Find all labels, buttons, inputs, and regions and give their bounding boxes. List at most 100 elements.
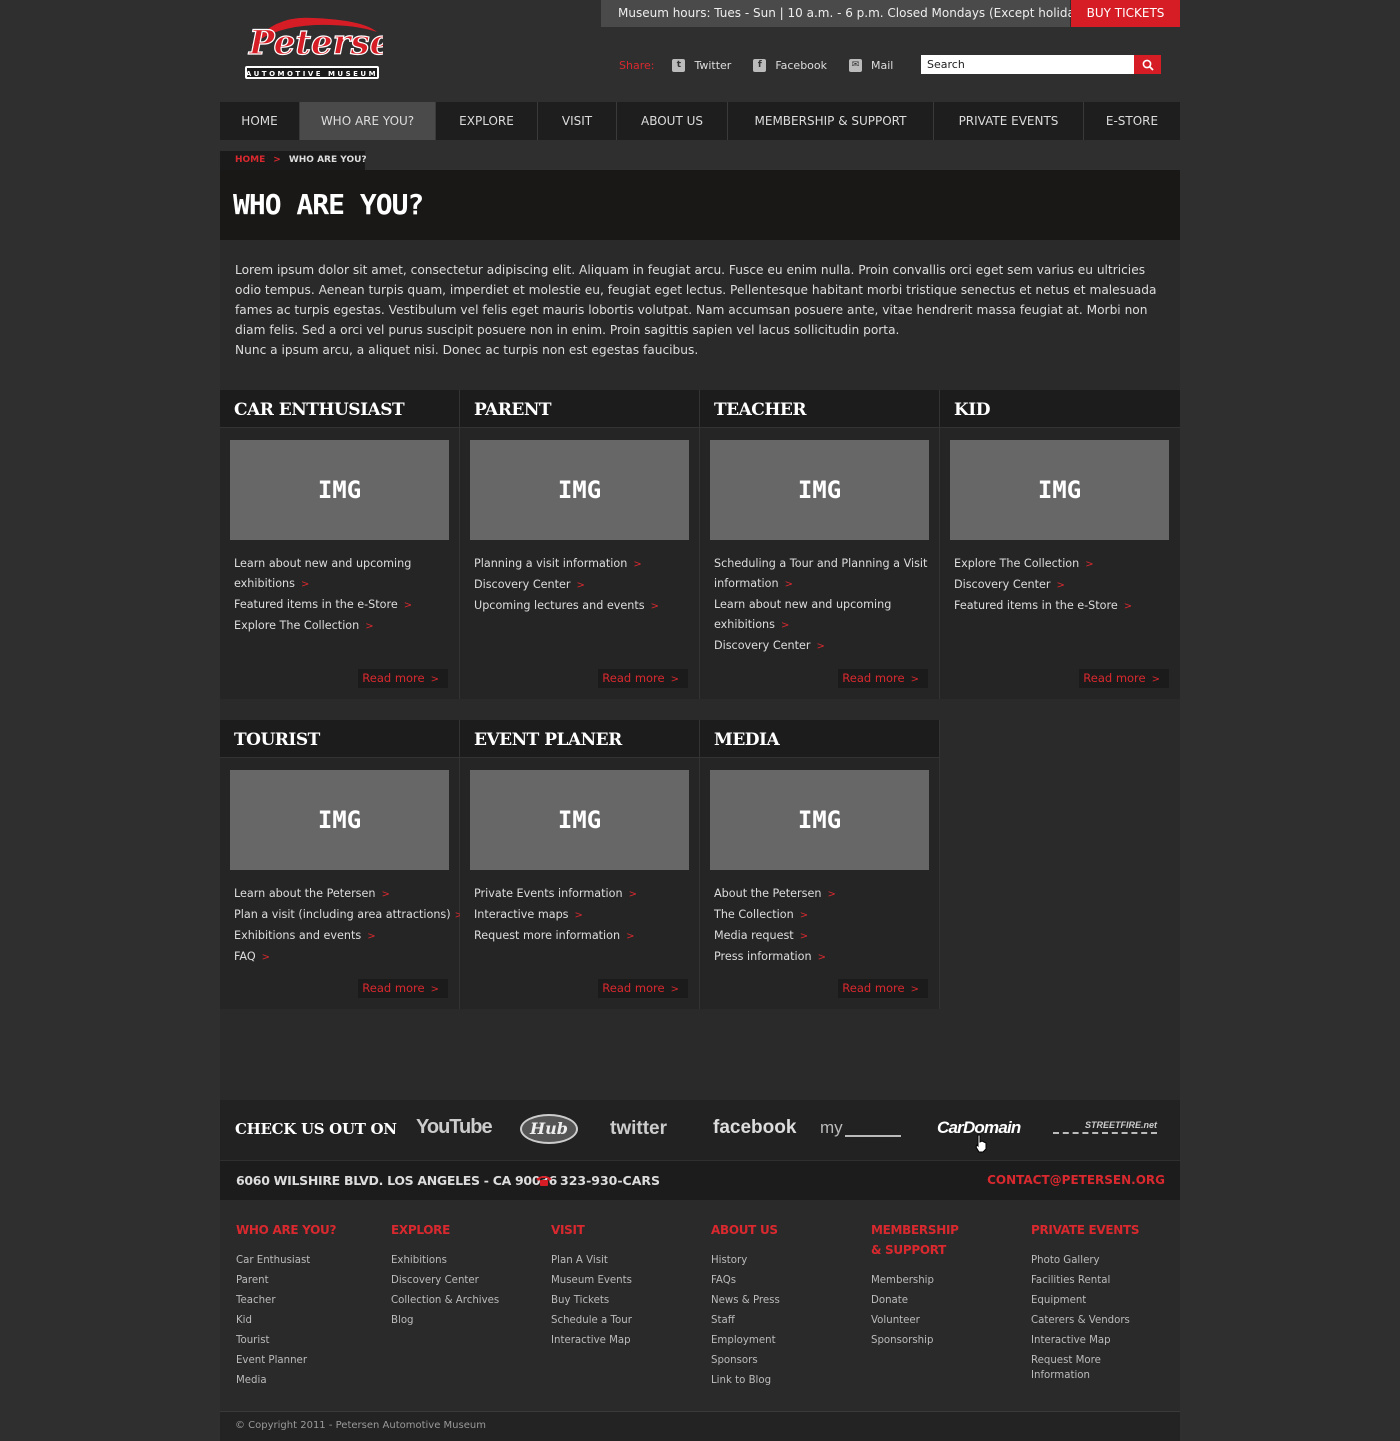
footer-link[interactable]: Staff <box>711 1311 861 1331</box>
streetfire-logo[interactable]: STREETFIRE.net <box>1053 1120 1157 1134</box>
youtube-logo[interactable]: YouTube <box>416 1116 493 1139</box>
footer-link[interactable]: Facilities Rental <box>1031 1271 1171 1291</box>
card-link[interactable]: Planning a visit information > <box>474 554 692 575</box>
nav-home[interactable]: HOME <box>220 102 300 140</box>
read-more-button[interactable]: Read more > <box>358 979 448 998</box>
nav-estore[interactable]: E-STORE <box>1084 102 1180 140</box>
nav-who-are-you[interactable]: WHO ARE YOU? <box>300 102 436 140</box>
card-link[interactable]: Exhibitions and events > <box>234 926 452 947</box>
search-input[interactable] <box>921 55 1134 74</box>
card-link[interactable]: Discovery Center > <box>954 575 1172 596</box>
nav-explore[interactable]: EXPLORE <box>436 102 538 140</box>
footer-link[interactable]: FAQs <box>711 1271 861 1291</box>
twitter-logo[interactable]: twitter <box>610 1118 667 1140</box>
footer-col-title[interactable]: PRIVATE EVENTS <box>1031 1220 1171 1240</box>
card-image[interactable]: IMG <box>470 440 689 540</box>
footer-col-title[interactable]: WHO ARE YOU? <box>236 1220 376 1240</box>
footer-link[interactable]: Teacher <box>236 1291 376 1311</box>
footer-link[interactable]: History <box>711 1251 861 1271</box>
card-link[interactable]: Interactive maps > <box>474 905 692 926</box>
footer-link[interactable]: Sponsors <box>711 1351 861 1371</box>
footer-link[interactable]: Request More Information <box>1031 1351 1111 1383</box>
read-more-button[interactable]: Read more > <box>598 669 688 688</box>
phone-number[interactable]: 323-930-CARS <box>560 1173 660 1188</box>
footer-link[interactable]: Interactive Map <box>1031 1331 1171 1351</box>
myspace-logo[interactable]: my <box>820 1118 901 1138</box>
nav-membership[interactable]: MEMBERSHIP & SUPPORT <box>728 102 934 140</box>
footer-link[interactable]: Link to Blog <box>711 1371 861 1391</box>
card-link[interactable]: Learn about new and upcoming exhibitions… <box>234 554 452 595</box>
footer-link[interactable]: Blog <box>391 1311 541 1331</box>
footer-link[interactable]: Media <box>236 1371 376 1391</box>
breadcrumb-home[interactable]: HOME <box>235 155 265 165</box>
footer-link[interactable]: Plan A Visit <box>551 1251 701 1271</box>
share-facebook[interactable]: f Facebook <box>753 58 827 72</box>
footer-link[interactable]: Collection & Archives <box>391 1291 541 1311</box>
read-more-button[interactable]: Read more > <box>1079 669 1169 688</box>
card-link[interactable]: Explore The Collection > <box>234 616 452 637</box>
facebook-logo[interactable]: facebook <box>713 1117 796 1139</box>
card-image[interactable]: IMG <box>710 770 929 870</box>
petersen-logo[interactable]: Petersen AUTOMOTIVE MUSEUM <box>243 10 417 82</box>
footer-link[interactable]: Parent <box>236 1271 376 1291</box>
nav-private-events[interactable]: PRIVATE EVENTS <box>934 102 1084 140</box>
card-image[interactable]: IMG <box>230 440 449 540</box>
footer-col-title[interactable]: MEMBERSHIP & SUPPORT <box>871 1220 961 1260</box>
footer-link[interactable]: Museum Events <box>551 1271 701 1291</box>
card-link[interactable]: Featured items in the e-Store > <box>954 596 1172 617</box>
footer-link[interactable]: Membership <box>871 1271 961 1291</box>
read-more-button[interactable]: Read more > <box>838 979 928 998</box>
hub-logo[interactable]: Hub <box>520 1114 578 1144</box>
card-link[interactable]: Explore The Collection > <box>954 554 1172 575</box>
footer-col-title[interactable]: EXPLORE <box>391 1220 541 1240</box>
card-link[interactable]: The Collection > <box>714 905 932 926</box>
card-link[interactable]: Learn about the Petersen > <box>234 884 452 905</box>
card-image[interactable]: IMG <box>470 770 689 870</box>
card-link[interactable]: Media request > <box>714 926 932 947</box>
footer-link[interactable]: Discovery Center <box>391 1271 541 1291</box>
card-link[interactable]: Request more information > <box>474 926 692 947</box>
footer-link[interactable]: Interactive Map <box>551 1331 701 1351</box>
card-link[interactable]: Discovery Center > <box>714 636 932 657</box>
footer-link[interactable]: Donate <box>871 1291 961 1311</box>
footer-link[interactable]: Sponsorship <box>871 1331 961 1351</box>
footer-link[interactable]: Buy Tickets <box>551 1291 701 1311</box>
buy-tickets-button[interactable]: BUY TICKETS <box>1071 0 1180 27</box>
footer-link[interactable]: Employment <box>711 1331 861 1351</box>
card-link[interactable]: Featured items in the e-Store > <box>234 595 452 616</box>
card-image[interactable]: IMG <box>710 440 929 540</box>
nav-about-us[interactable]: ABOUT US <box>617 102 728 140</box>
card-link[interactable]: Upcoming lectures and events > <box>474 596 692 617</box>
footer-link[interactable]: News & Press <box>711 1291 861 1311</box>
contact-email[interactable]: CONTACT@PETERSEN.ORG <box>987 1173 1165 1187</box>
card-link[interactable]: Scheduling a Tour and Planning a Visit i… <box>714 554 932 595</box>
share-twitter[interactable]: t Twitter <box>672 58 731 72</box>
read-more-button[interactable]: Read more > <box>598 979 688 998</box>
read-more-button[interactable]: Read more > <box>838 669 928 688</box>
search-button[interactable] <box>1134 55 1161 74</box>
read-more-button[interactable]: Read more > <box>358 669 448 688</box>
footer-col-title[interactable]: ABOUT US <box>711 1220 861 1240</box>
card-link[interactable]: Plan a visit (including area attractions… <box>234 905 463 926</box>
card-link[interactable]: Discovery Center > <box>474 575 692 596</box>
footer-col-title[interactable]: VISIT <box>551 1220 701 1240</box>
footer-link[interactable]: Car Enthusiast <box>236 1251 376 1271</box>
card-link[interactable]: Press information > <box>714 947 932 968</box>
card-link[interactable]: Private Events information > <box>474 884 692 905</box>
footer-link[interactable]: Exhibitions <box>391 1251 541 1271</box>
footer-link[interactable]: Kid <box>236 1311 376 1331</box>
footer-link[interactable]: Schedule a Tour <box>551 1311 701 1331</box>
footer-link[interactable]: Equipment <box>1031 1291 1171 1311</box>
footer-link[interactable]: Tourist <box>236 1331 376 1351</box>
footer-link[interactable]: Caterers & Vendors <box>1031 1311 1171 1331</box>
card-image[interactable]: IMG <box>230 770 449 870</box>
card-link[interactable]: Learn about new and upcoming exhibitions… <box>714 595 932 636</box>
footer-link[interactable]: Event Planner <box>236 1351 376 1371</box>
nav-visit[interactable]: VISIT <box>538 102 617 140</box>
card-link[interactable]: FAQ > <box>234 947 452 968</box>
card-link[interactable]: About the Petersen > <box>714 884 932 905</box>
card-image[interactable]: IMG <box>950 440 1169 540</box>
footer-link[interactable]: Volunteer <box>871 1311 961 1331</box>
share-mail[interactable]: ✉ Mail <box>849 58 893 72</box>
footer-link[interactable]: Photo Gallery <box>1031 1251 1171 1271</box>
